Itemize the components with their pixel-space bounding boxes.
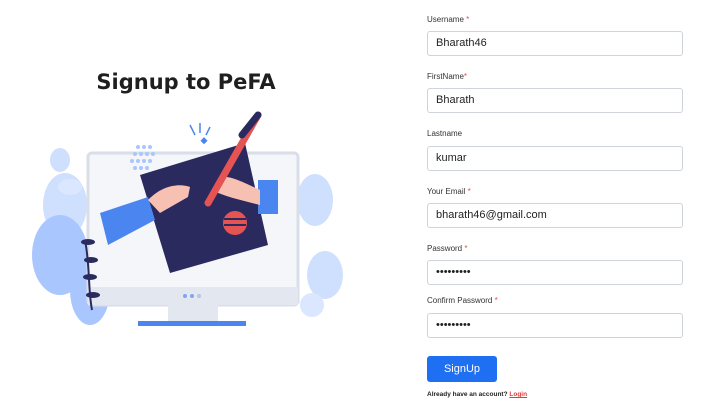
confirm-password-label: Confirm Password * — [427, 296, 498, 305]
login-prompt: Already have an account? Login — [427, 391, 527, 398]
firstname-label: FirstName* — [427, 72, 468, 81]
firstname-input[interactable]: Bharath — [427, 88, 683, 113]
password-label: Password * — [427, 244, 468, 253]
login-prompt-text: Already have an account? — [427, 391, 508, 398]
lastname-input[interactable]: kumar — [427, 146, 683, 171]
confirm-password-input[interactable]: ••••••••• — [427, 313, 683, 338]
email-label: Your Email * — [427, 187, 471, 196]
lastname-label: Lastname — [427, 129, 463, 138]
left-panel: Signup to PeFA — [0, 0, 380, 411]
username-input[interactable]: Bharath46 — [427, 31, 683, 56]
password-input[interactable]: ••••••••• — [427, 260, 683, 285]
page-title: Signup to PeFA — [96, 70, 276, 94]
username-label: Username * — [427, 15, 470, 24]
email-input[interactable]: bharath46@gmail.com — [427, 203, 683, 228]
login-link[interactable]: Login — [509, 391, 527, 398]
signup-illustration — [32, 111, 343, 326]
signup-button[interactable]: SignUp — [427, 356, 497, 382]
